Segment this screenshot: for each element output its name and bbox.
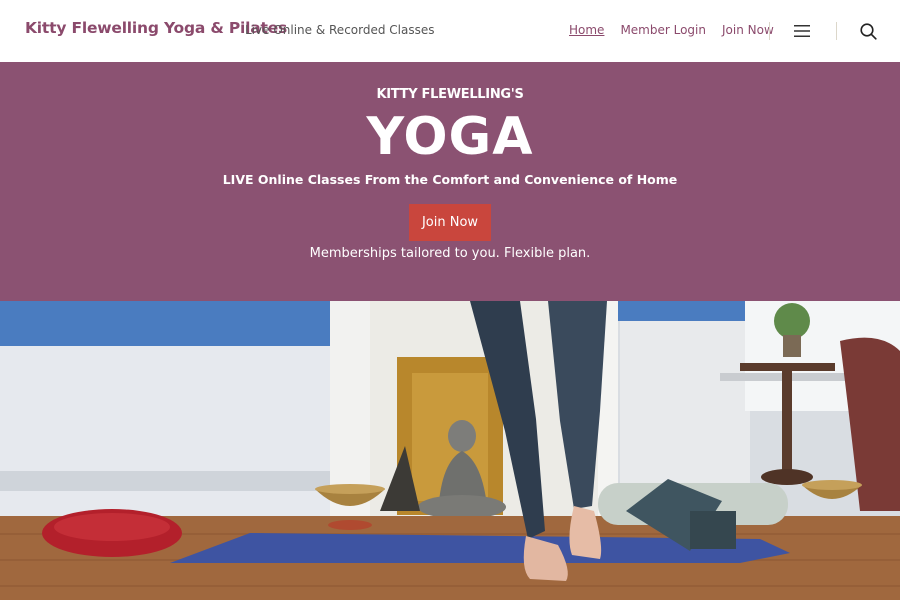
nav-divider [769,22,770,40]
nav-divider [836,22,837,40]
join-now-button[interactable]: Join Now [409,204,491,241]
search-icon [859,22,877,40]
search-toggle-button[interactable] [857,20,879,42]
hero-photo [0,301,900,600]
hero-note: Memberships tailored to you. Flexible pl… [309,246,591,261]
menu-toggle-button[interactable] [791,20,813,42]
hero-subtitle: LIVE Online Classes From the Comfort and… [222,172,678,187]
site-tagline: Live Online & Recorded Classes [245,23,435,37]
site-header: Kitty Flewelling Yoga & Pilates Live Onl… [0,0,900,62]
hero-kicker: KITTY FLEWELLING'S [376,87,524,102]
yoga-room-photo [0,301,900,600]
primary-nav: Home Member Login Join Now [569,23,774,37]
nav-link-member-login[interactable]: Member Login [620,23,706,37]
nav-link-join-now[interactable]: Join Now [722,23,774,37]
hero-title: YOGA [366,107,534,167]
nav-link-home[interactable]: Home [569,23,604,37]
hamburger-menu-icon [794,25,810,37]
hero-banner: KITTY FLEWELLING'S YOGA LIVE Online Clas… [0,62,900,301]
